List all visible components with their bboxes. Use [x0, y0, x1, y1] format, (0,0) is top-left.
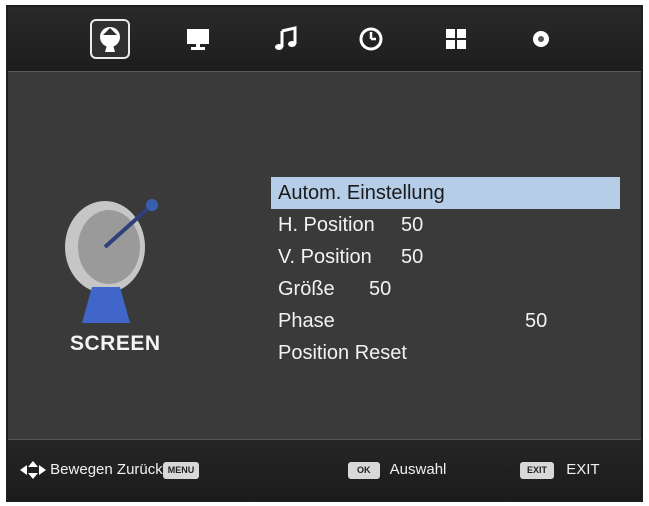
monitor-icon [187, 29, 209, 50]
clock-icon [359, 27, 383, 51]
menu-item-position-reset[interactable]: Position Reset [271, 337, 620, 369]
menu-item-phase[interactable]: Phase 50 [271, 305, 620, 337]
back-label: Zurück [116, 461, 163, 478]
tab-setup[interactable] [436, 19, 476, 59]
tab-source[interactable] [90, 19, 130, 59]
menu-item-value: 50 [401, 246, 424, 268]
menu-item-label: Autom. Einstellung [278, 182, 445, 204]
move-hint: Bewegen Zurück MENU [20, 460, 200, 480]
menu-item-auto-adjust[interactable]: Autom. Einstellung [271, 177, 620, 209]
menu-item-v-position[interactable]: V. Position 50 [271, 241, 620, 273]
menu-item-value: 50 [369, 278, 392, 300]
grid-icon [446, 29, 466, 49]
help-bar: Bewegen Zurück MENU OK Auswahl EXIT EXIT [8, 439, 641, 500]
move-label: Bewegen [50, 461, 113, 478]
tab-options[interactable] [521, 19, 561, 59]
menu-item-label: V. Position [278, 246, 372, 268]
menu-item-label: Größe [278, 278, 335, 300]
select-label: Auswahl [389, 461, 447, 478]
menu-item-h-position[interactable]: H. Position 50 [271, 209, 620, 241]
satellite-dish-icon [65, 199, 158, 323]
ok-key[interactable]: OK [348, 461, 380, 479]
osd-screen: SCREEN Autom. Einstellung H. Position 50… [6, 5, 643, 502]
menu-tab-bar [8, 7, 641, 72]
exit-hint: EXIT EXIT [520, 460, 600, 480]
menu-item-label: Phase [278, 310, 335, 332]
menu-item-value: 50 [401, 214, 424, 236]
menu-item-size[interactable]: Größe 50 [271, 273, 620, 305]
menu-item-label: H. Position [278, 214, 375, 236]
menu-item-value: 50 [525, 310, 548, 332]
tab-time[interactable] [351, 19, 391, 59]
satellite-icon [100, 27, 120, 52]
section-title: SCREEN [70, 332, 161, 355]
gear-icon [533, 31, 549, 47]
tab-picture[interactable] [178, 19, 218, 59]
music-note-icon [275, 26, 297, 50]
select-hint: OK Auswahl [348, 460, 446, 480]
tab-sound[interactable] [266, 19, 306, 59]
exit-key[interactable]: EXIT [520, 461, 555, 479]
settings-menu: Autom. Einstellung H. Position 50 V. Pos… [271, 177, 620, 369]
exit-label: EXIT [566, 461, 600, 478]
menu-item-label: Position Reset [278, 342, 407, 364]
menu-key[interactable]: MENU [162, 461, 200, 479]
arrows-icon [20, 461, 46, 480]
